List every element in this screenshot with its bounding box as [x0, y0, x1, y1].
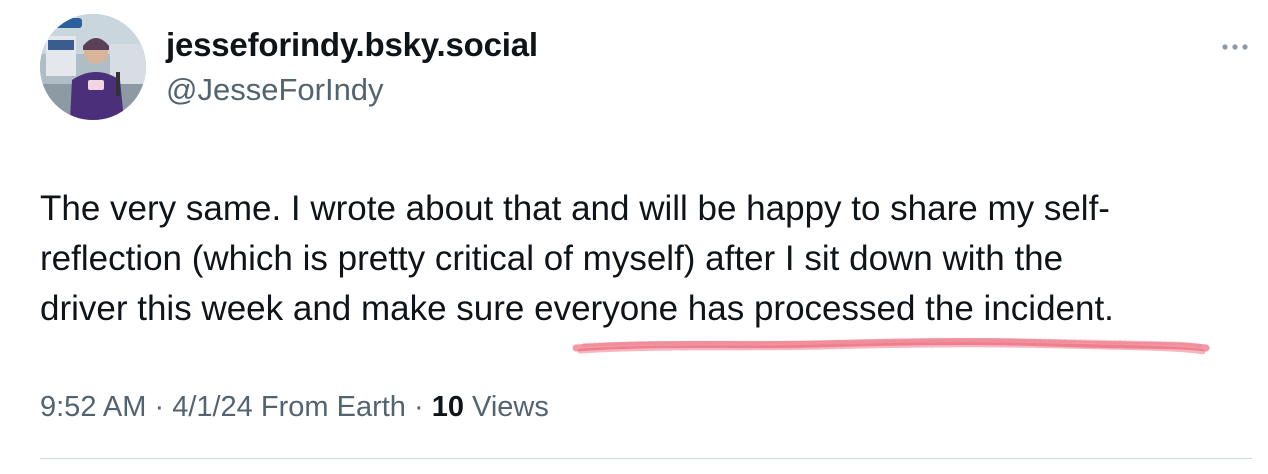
meta-separator: · [405, 391, 432, 423]
tweet-text-line: driver this week and make sure everyone … [40, 289, 1114, 328]
tweet-card: jesseforindy.bsky.social @JesseForIndy T… [0, 0, 1268, 474]
tweet-text: The very same. I wrote about that and wi… [40, 184, 1240, 334]
author-handle[interactable]: @JesseForIndy [166, 72, 384, 108]
profile-photo-icon [40, 14, 146, 120]
divider [40, 458, 1252, 459]
meta-separator: · [146, 391, 173, 423]
tweet-text-line: The very same. I wrote about that and wi… [40, 189, 1110, 228]
tweet-date[interactable]: 4/1/24 [172, 391, 253, 423]
ellipsis-icon [1222, 44, 1248, 50]
views-label[interactable]: Views [464, 391, 549, 423]
more-options-button[interactable] [1218, 36, 1252, 58]
tweet-source: From Earth [252, 391, 406, 423]
tweet-meta: 9:52 AM · 4/1/24 From Earth · 10 Views [40, 391, 549, 424]
avatar[interactable] [40, 14, 146, 120]
red-scribble-underline [572, 337, 1210, 355]
tweet-text-line: reflection (which is pretty critical of … [40, 239, 1064, 278]
views-count[interactable]: 10 [432, 391, 464, 423]
author-display-name[interactable]: jesseforindy.bsky.social [166, 26, 538, 64]
tweet-time[interactable]: 9:52 AM [40, 391, 146, 423]
